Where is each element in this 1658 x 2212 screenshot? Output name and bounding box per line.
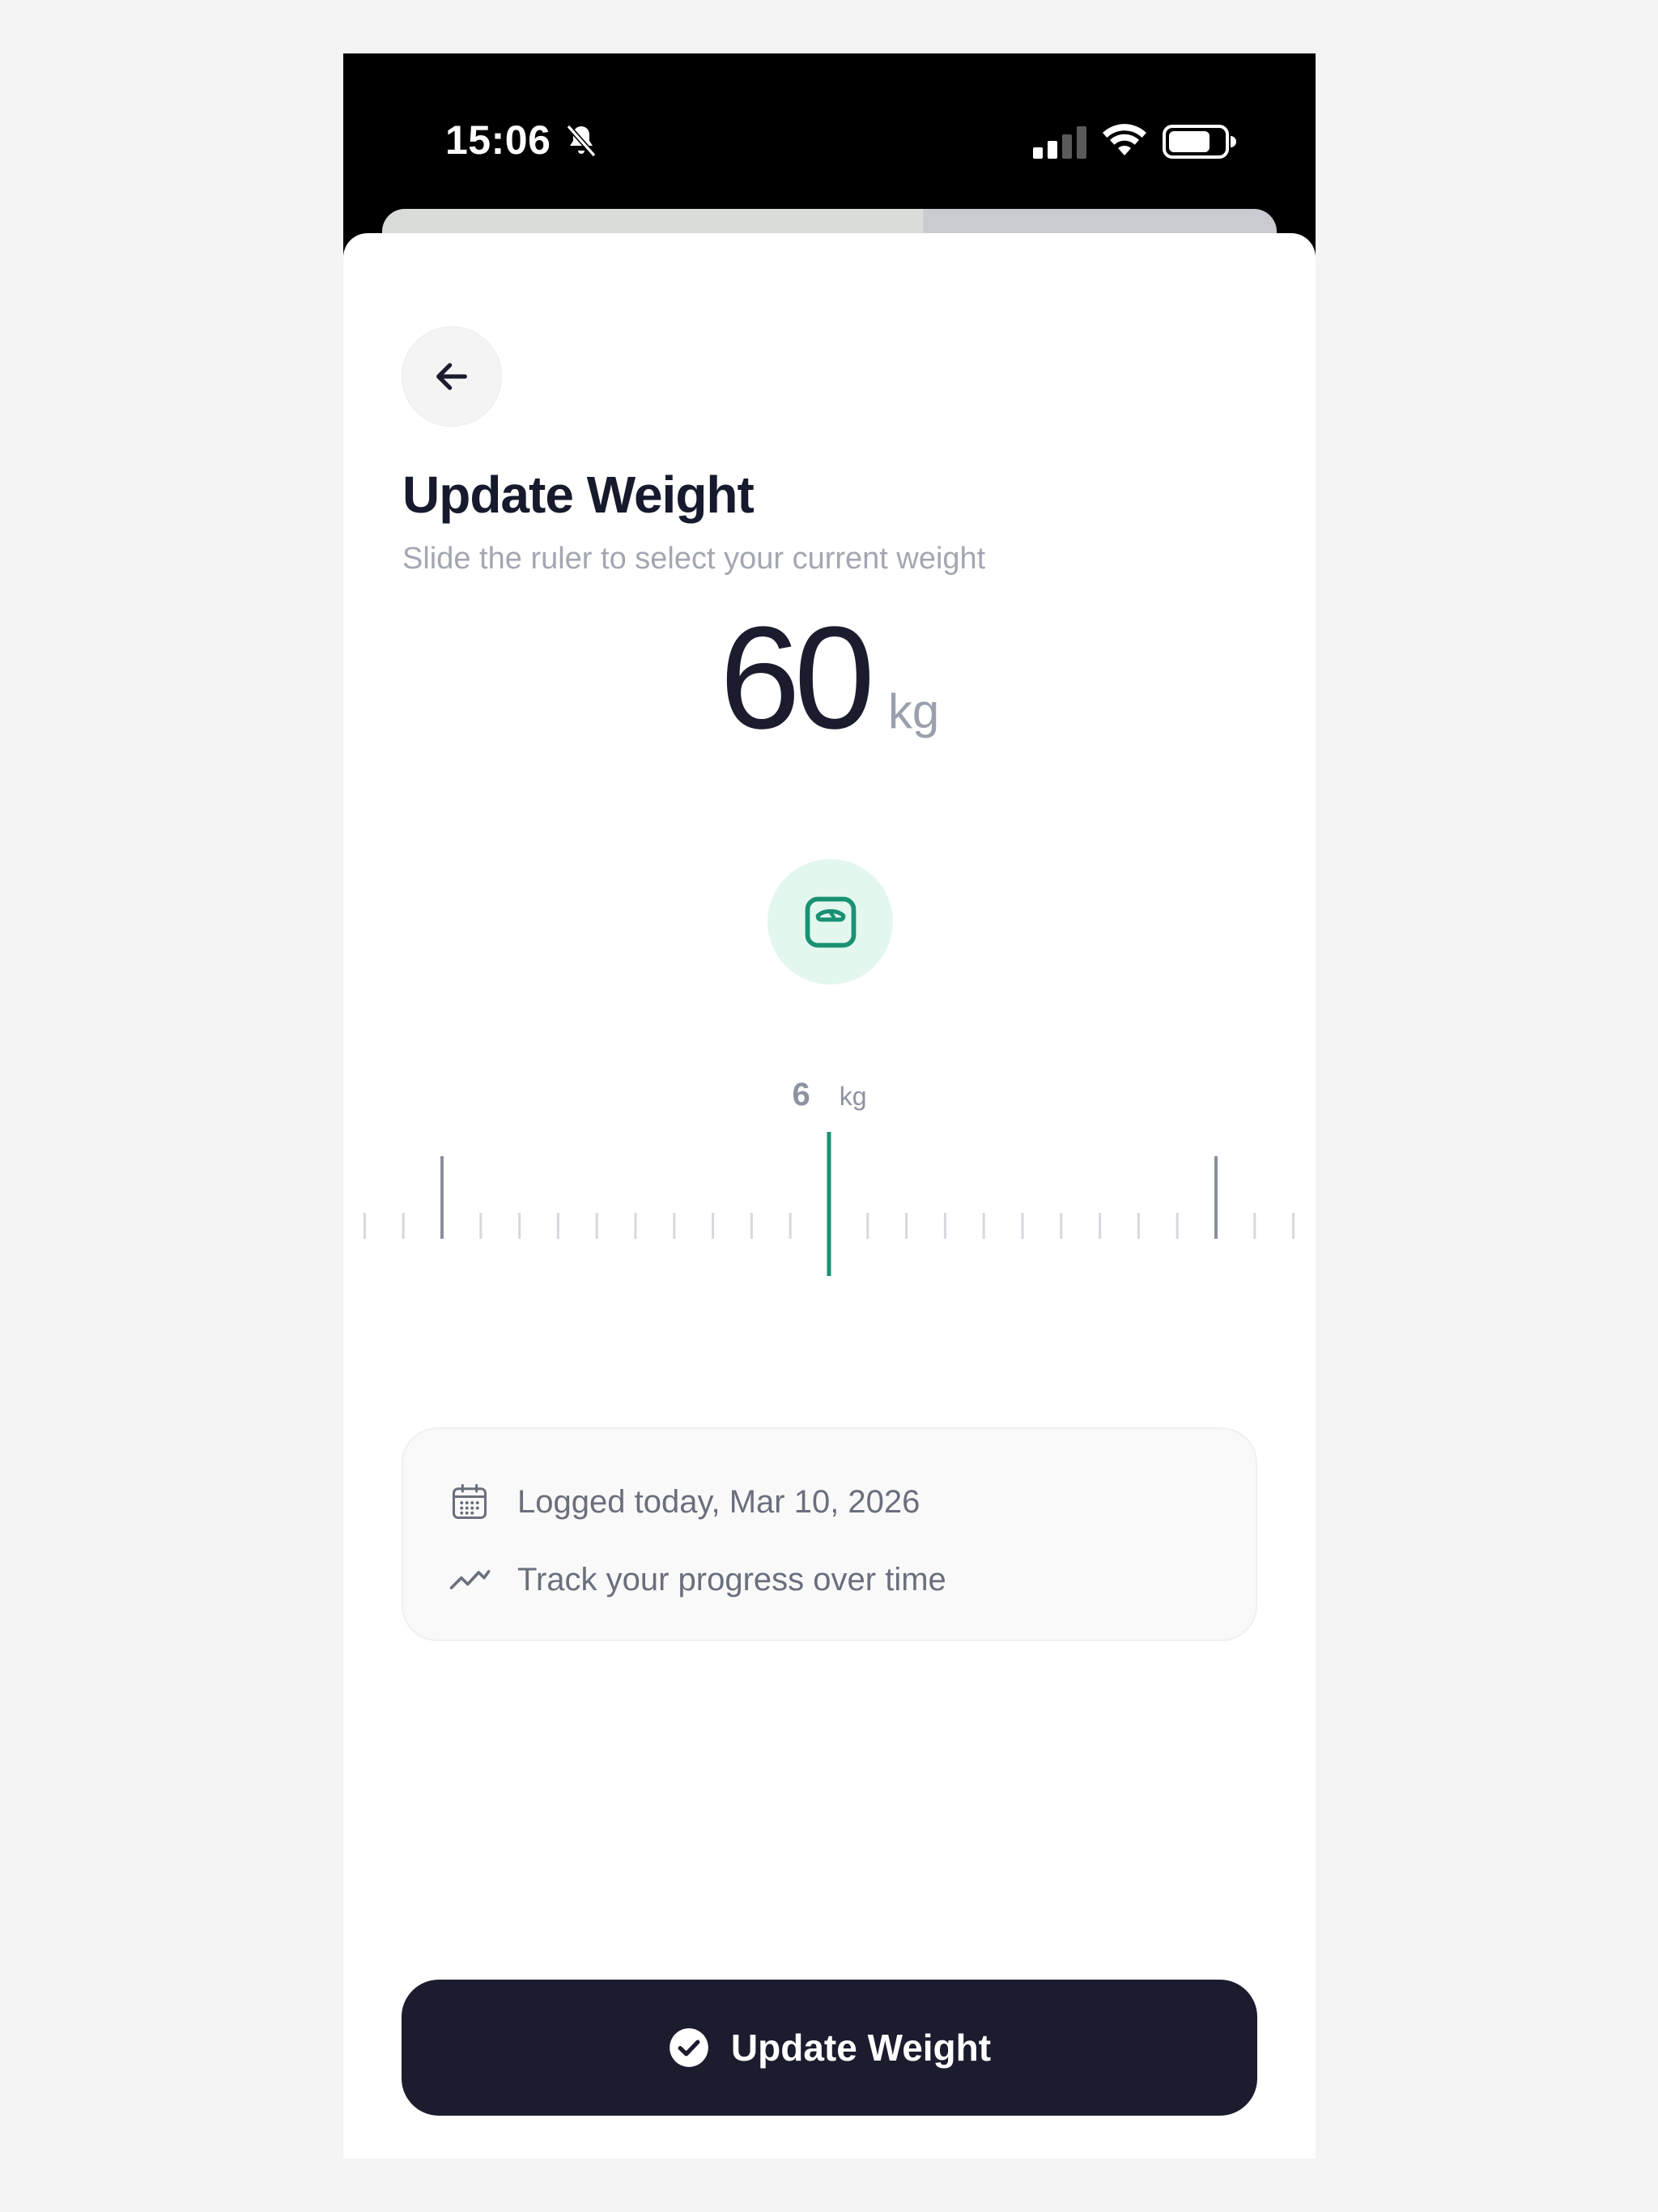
progress-text: Track your progress over time <box>517 1561 946 1597</box>
ruler-readout: 6 kg <box>343 1077 1316 1125</box>
calendar-icon <box>448 1480 491 1524</box>
weight-display: 60 kg <box>343 606 1316 768</box>
update-weight-sheet: Update Weight Slide the ruler to select … <box>343 233 1316 2159</box>
weight-value: 60 <box>719 597 875 759</box>
arrow-left-icon <box>436 363 467 390</box>
page-subtitle: Slide the ruler to select your current w… <box>402 542 986 576</box>
weight-unit: kg <box>887 684 940 738</box>
scale-badge <box>767 859 893 985</box>
status-time: 15:06 <box>445 117 551 163</box>
info-row-logged: Logged today, Mar 10, 2026 <box>448 1478 920 1526</box>
ruler-readout-value: 6 <box>792 1077 810 1112</box>
weight-ruler[interactable] <box>343 1132 1316 1286</box>
wifi-icon <box>1103 124 1146 155</box>
logged-date-text: Logged today, Mar 10, 2026 <box>517 1483 920 1520</box>
update-weight-button-label: Update Weight <box>730 2027 992 2069</box>
phone-screen: 15:06 Update Weight Slide the ruler to s… <box>343 53 1316 2159</box>
back-button[interactable] <box>402 326 502 427</box>
update-weight-button[interactable]: Update Weight <box>402 1980 1257 2116</box>
status-bar: 15:06 <box>343 53 1316 215</box>
trend-line-icon <box>448 1558 491 1602</box>
info-row-progress: Track your progress over time <box>448 1555 946 1604</box>
cellular-signal-icon <box>1033 126 1086 159</box>
ruler-readout-unit: kg <box>839 1082 867 1111</box>
check-circle-icon <box>670 2028 708 2067</box>
page-title: Update Weight <box>402 466 755 524</box>
bell-slash-icon <box>566 124 597 158</box>
battery-icon <box>1163 125 1236 159</box>
info-card: Logged today, Mar 10, 2026 Track your pr… <box>402 1427 1257 1641</box>
scale-icon <box>805 896 856 947</box>
